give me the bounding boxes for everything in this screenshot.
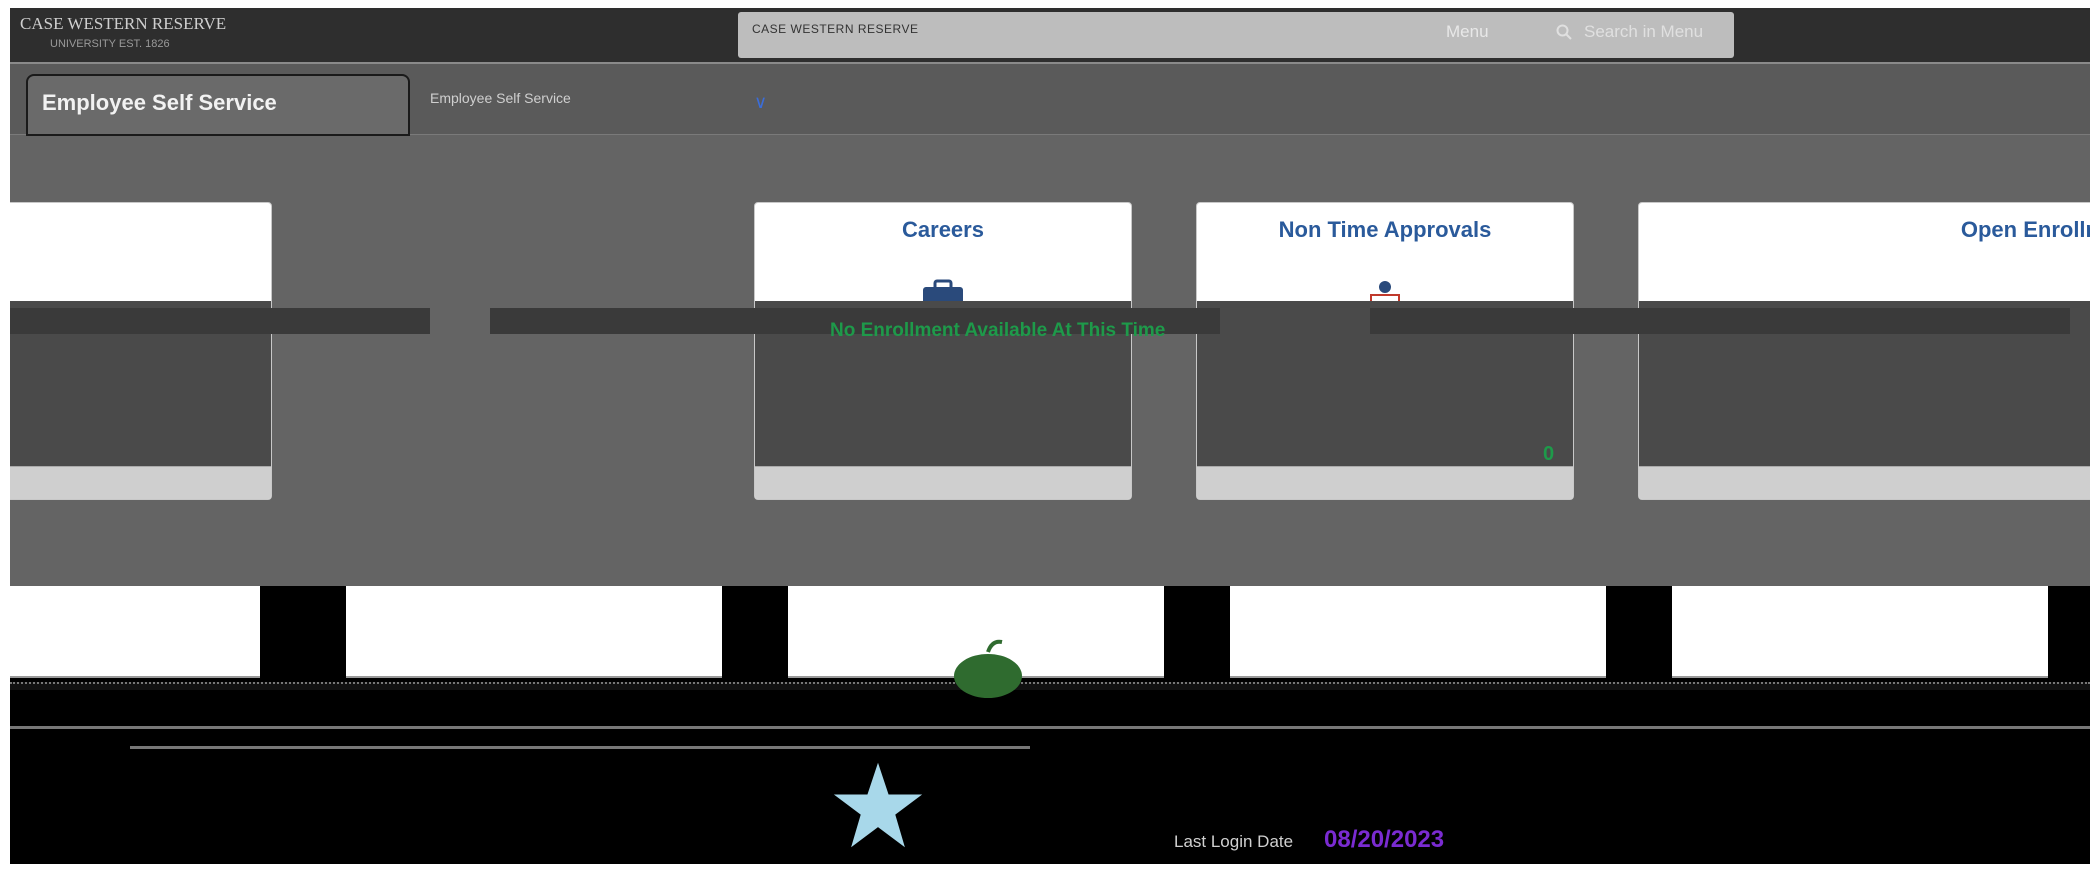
tile-careers[interactable]: Careers (754, 202, 1132, 500)
chevron-down-icon[interactable]: ∨ (754, 92, 767, 113)
tiles-row-2: Last Login Date 08/20/2023 (10, 586, 2090, 864)
decorative-line (130, 746, 1030, 749)
tile-non-time-approvals[interactable]: Non Time Approvals 0 (1196, 202, 1574, 500)
tile-first[interactable]: nent (10, 202, 272, 500)
tile-title: Open Enrolln (1960, 217, 2090, 242)
tile-title: Careers (902, 217, 984, 242)
app-frame: CASE WESTERN RESERVE UNIVERSITY EST. 182… (10, 8, 2090, 864)
pending-count-badge: 0 (1543, 443, 1555, 465)
homepage-tab[interactable]: Employee Self Service (26, 74, 410, 136)
tile-row2-b[interactable] (346, 586, 722, 678)
tile-row2-a[interactable] (10, 586, 260, 678)
header-banner-text: CASE WESTERN RESERVE (752, 22, 919, 36)
tile-footer (1639, 466, 2090, 499)
search-menu-input[interactable]: Search in Menu (1584, 22, 1703, 42)
row2-divider (10, 682, 2090, 690)
tile-footer (755, 466, 1131, 499)
page-header: Employee Self Service Employee Self Serv… (10, 64, 2090, 136)
enrollment-notice: No Enrollment Available At This Time (830, 320, 1166, 341)
star-icon (833, 762, 923, 848)
divider-stripe (1370, 308, 2070, 334)
tile-row2-d[interactable] (1230, 586, 1606, 678)
search-icon[interactable] (1556, 24, 1572, 40)
tile-open-enrollment[interactable]: Open Enrolln (1638, 202, 2090, 500)
menu-button[interactable]: Menu (1446, 22, 1489, 42)
decorative-line (10, 726, 2090, 729)
tile-title: nent (10, 217, 271, 243)
university-logo-subtitle: UNIVERSITY EST. 1826 (50, 38, 170, 50)
apple-icon (954, 639, 1022, 698)
last-login-label: Last Login Date (1174, 832, 1294, 851)
top-header-bar: CASE WESTERN RESERVE UNIVERSITY EST. 182… (10, 8, 2090, 64)
last-login-date: 08/20/2023 (1324, 826, 1445, 853)
tile-title: Non Time Approvals (1278, 217, 1492, 242)
university-logo[interactable]: CASE WESTERN RESERVE (20, 14, 226, 34)
tile-footer (10, 466, 271, 499)
tile-row2-e[interactable] (1672, 586, 2048, 678)
homepage-title: Employee Self Service (42, 90, 277, 115)
tile-footer (1197, 466, 1573, 499)
divider-stripe (10, 308, 430, 334)
homepage-selector[interactable]: Employee Self Service (430, 90, 571, 106)
